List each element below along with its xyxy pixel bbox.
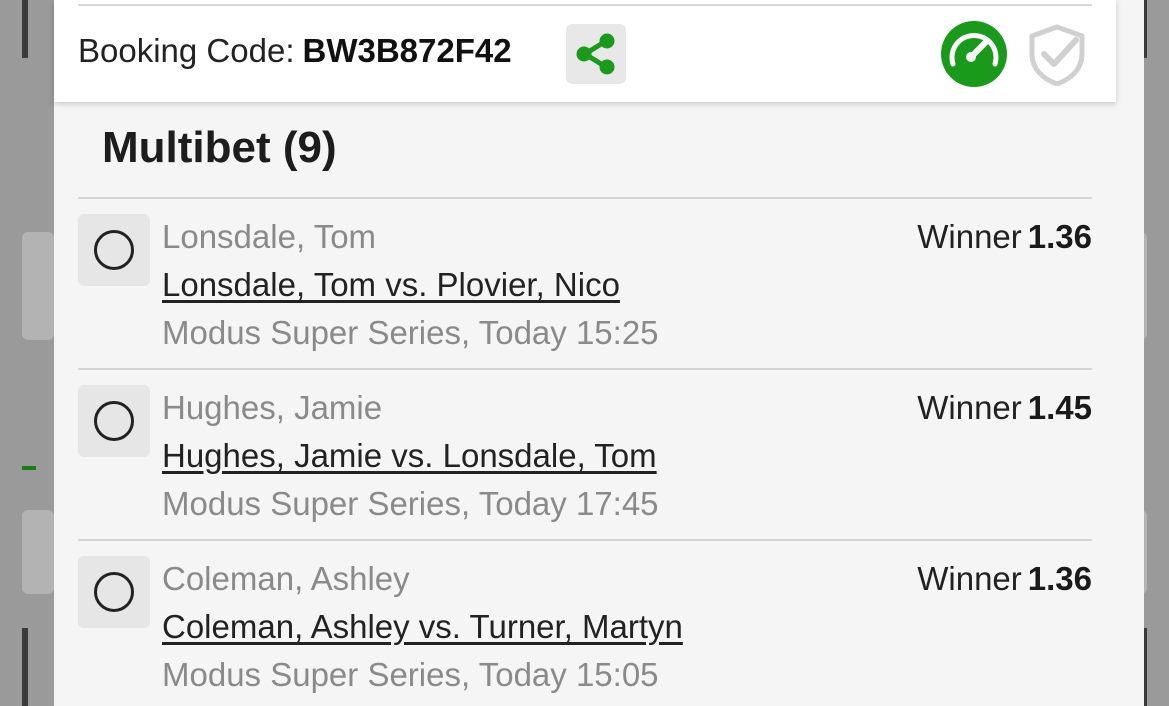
bet-row: Lonsdale, Tom Lonsdale, Tom vs. Plovier,… — [78, 200, 1092, 370]
bet-select-radio[interactable] — [78, 385, 150, 457]
odds-value: 1.36 — [1027, 218, 1092, 255]
booking-code-row: Booking Code: BW3B872F42 — [78, 32, 512, 70]
bet-row: Coleman, Ashley Coleman, Ashley vs. Turn… — [78, 542, 1092, 706]
odds-value: 1.36 — [1027, 560, 1092, 597]
event-meta: Modus Super Series, Today 15:25 — [162, 314, 659, 351]
radio-circle-icon — [94, 401, 134, 441]
market-label: Winner — [917, 560, 1022, 597]
event-meta: Modus Super Series, Today 17:45 — [162, 485, 659, 522]
market-label: Winner — [917, 218, 1022, 255]
background-edge — [22, 628, 28, 706]
market-odds: Winner 1.45 — [917, 389, 1092, 427]
selection-name: Hughes, Jamie — [162, 389, 383, 426]
share-icon — [576, 33, 615, 75]
betslip-sheet: Booking Code: BW3B872F42 Multibet (9) Lo… — [54, 0, 1144, 706]
match-link[interactable]: Lonsdale, Tom vs. Plovier, Nico — [162, 266, 620, 304]
booking-code-label: Booking Code: — [78, 32, 295, 69]
market-odds: Winner 1.36 — [917, 560, 1092, 598]
bet-select-radio[interactable] — [78, 556, 150, 628]
bet-select-radio[interactable] — [78, 214, 150, 286]
booking-code-value[interactable]: BW3B872F42 — [302, 32, 511, 69]
selection-name: Coleman, Ashley — [162, 560, 410, 597]
market-label: Winner — [917, 389, 1022, 426]
divider — [78, 539, 1092, 541]
odds-value: 1.45 — [1027, 389, 1092, 426]
background-card — [22, 232, 54, 340]
multibet-title: Multibet (9) — [102, 123, 337, 172]
radio-circle-icon — [94, 230, 134, 270]
header-divider — [78, 4, 1092, 6]
background-app-left — [0, 0, 54, 706]
background-edge — [22, 0, 28, 58]
selection-name: Lonsdale, Tom — [162, 218, 377, 255]
radio-circle-icon — [94, 572, 134, 612]
background-accent — [22, 466, 36, 470]
background-card — [22, 510, 54, 594]
share-button[interactable] — [566, 24, 626, 84]
divider — [78, 197, 1092, 199]
booking-header: Booking Code: BW3B872F42 — [54, 0, 1116, 102]
bet-row: Hughes, Jamie Hughes, Jamie vs. Lonsdale… — [78, 371, 1092, 541]
market-odds: Winner 1.36 — [917, 218, 1092, 256]
match-link[interactable]: Coleman, Ashley vs. Turner, Martyn — [162, 608, 683, 646]
speedometer-icon[interactable] — [940, 20, 1008, 88]
event-meta: Modus Super Series, Today 15:05 — [162, 656, 659, 693]
match-link[interactable]: Hughes, Jamie vs. Lonsdale, Tom — [162, 437, 657, 475]
divider — [78, 368, 1092, 370]
shield-check-icon — [1029, 24, 1085, 86]
